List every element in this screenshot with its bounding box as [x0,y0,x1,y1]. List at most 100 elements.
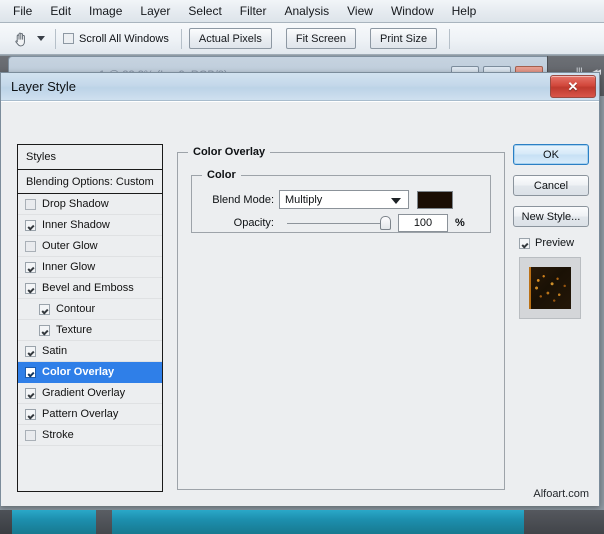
style-checkbox[interactable] [25,240,36,252]
preview-label: Preview [535,237,575,249]
style-checkbox[interactable] [25,429,36,441]
blend-mode-row: Blend Mode: Multiply [190,190,453,209]
style-item-label: Outer Glow [42,240,98,252]
actual-pixels-button[interactable]: Actual Pixels [188,28,272,49]
style-item-satin[interactable]: Satin [18,341,162,362]
style-item-label: Inner Glow [42,261,96,273]
opacity-slider-handle[interactable] [380,215,391,230]
dialog-body: Styles Blending Options: Custom Drop Sha… [1,101,599,506]
style-item-pattern-overlay[interactable]: Pattern Overlay [18,404,162,425]
preview-thumbnail-image [529,267,571,309]
styles-list: Styles Blending Options: Custom Drop Sha… [17,144,163,492]
styles-header[interactable]: Styles [18,145,162,170]
photoshop-window: File Edit Image Layer Select Filter Anal… [0,0,604,534]
style-item-color-overlay[interactable]: Color Overlay [18,362,162,383]
scroll-all-windows-label: Scroll All Windows [79,32,169,45]
style-checkbox[interactable] [25,198,36,210]
menu-item-view[interactable]: View [338,2,382,20]
styles-list-empty-area [18,446,162,491]
checkbox-box [63,33,74,44]
divider [180,28,182,49]
style-item-label: Stroke [42,429,74,441]
style-item-inner-shadow[interactable]: Inner Shadow [18,215,162,236]
menu-item-help[interactable]: Help [443,2,486,20]
watermark: Alfoart.com [533,488,589,500]
dialog-titlebar[interactable]: Layer Style ✕ [1,73,599,101]
style-item-gradient-overlay[interactable]: Gradient Overlay [18,383,162,404]
menu-item-edit[interactable]: Edit [41,2,80,20]
style-item-label: Texture [56,324,93,336]
style-item-texture[interactable]: Texture [18,320,162,341]
bottom-strip-right [524,510,604,534]
opacity-unit: % [455,217,465,229]
tool-preset-chevron-down-icon[interactable] [34,27,48,51]
dialog-title: Layer Style [11,79,77,94]
blend-mode-value: Multiply [285,193,323,206]
blend-mode-label: Blend Mode: [212,193,274,206]
hand-tool-icon[interactable] [8,27,34,51]
style-item-drop-shadow[interactable]: Drop Shadow [18,194,162,215]
bottom-status-strip [0,510,604,534]
checkbox-box [519,237,530,249]
overlay-color-swatch[interactable] [417,190,453,209]
color-overlay-panel: Color Overlay Color Blend Mode: Multiply [177,144,505,492]
style-checkbox[interactable] [25,345,36,357]
style-item-contour[interactable]: Contour [18,299,162,320]
style-item-stroke[interactable]: Stroke [18,425,162,446]
style-item-label: Pattern Overlay [42,408,119,420]
opacity-input[interactable]: 100 [398,214,448,232]
menu-item-window[interactable]: Window [382,2,443,20]
dialog-actions: OK Cancel New Style... Preview [513,144,589,319]
opacity-label: Opacity: [233,217,274,229]
preview-checkbox[interactable]: Preview [519,237,589,249]
style-item-bevel-and-emboss[interactable]: Bevel and Emboss [18,278,162,299]
style-item-label: Inner Shadow [42,219,110,231]
ok-button[interactable]: OK [513,144,589,165]
style-checkbox[interactable] [25,219,36,231]
scroll-all-windows-checkbox[interactable]: Scroll All Windows [63,33,169,45]
style-item-outer-glow[interactable]: Outer Glow [18,236,162,257]
cancel-button[interactable]: Cancel [513,175,589,196]
style-item-label: Bevel and Emboss [42,282,134,294]
style-checkbox[interactable] [25,366,36,378]
fit-screen-button[interactable]: Fit Screen [285,28,356,49]
menu-item-image[interactable]: Image [80,2,131,20]
color-overlay-title: Color Overlay [188,146,271,158]
style-checkbox[interactable] [39,324,50,336]
layer-style-dialog: Layer Style ✕ Styles Blending Options: C… [0,72,600,506]
style-checkbox[interactable] [25,408,36,420]
style-item-label: Contour [56,303,96,315]
menu-item-file[interactable]: File [4,2,41,20]
color-fieldset: Color Blend Mode: Multiply Opacity: 100 … [190,169,491,233]
style-checkbox[interactable] [25,387,36,399]
color-subsection-title: Color [202,169,241,181]
divider [449,28,451,49]
style-item-inner-glow[interactable]: Inner Glow [18,257,162,278]
new-style-button[interactable]: New Style... [513,206,589,227]
options-bar: Scroll All Windows Actual Pixels Fit Scr… [0,23,604,55]
divider [55,28,56,49]
opacity-row: Opacity: 100 % [190,214,465,232]
close-icon[interactable]: ✕ [550,75,596,98]
style-item-label: Color Overlay [42,366,115,378]
menu-bar: File Edit Image Layer Select Filter Anal… [0,0,604,23]
menu-item-select[interactable]: Select [179,2,230,20]
opacity-slider[interactable] [287,215,391,230]
print-size-button[interactable]: Print Size [369,28,438,49]
chevron-down-icon [391,197,401,204]
style-item-label: Gradient Overlay [42,387,126,399]
menu-item-layer[interactable]: Layer [131,2,179,20]
preview-thumbnail-frame [519,257,581,319]
menu-item-analysis[interactable]: Analysis [275,2,338,20]
blend-mode-select[interactable]: Multiply [279,190,409,209]
blending-options-row[interactable]: Blending Options: Custom [18,170,162,194]
style-checkbox[interactable] [25,282,36,294]
style-item-label: Satin [42,345,68,357]
menu-item-filter[interactable]: Filter [231,2,276,20]
style-checkbox[interactable] [39,303,50,315]
style-item-label: Drop Shadow [42,198,109,210]
bottom-strip-mid [96,510,112,534]
color-overlay-fieldset: Color Overlay Color Blend Mode: Multiply [177,146,505,490]
bottom-strip-left [0,510,12,534]
style-checkbox[interactable] [25,261,36,273]
